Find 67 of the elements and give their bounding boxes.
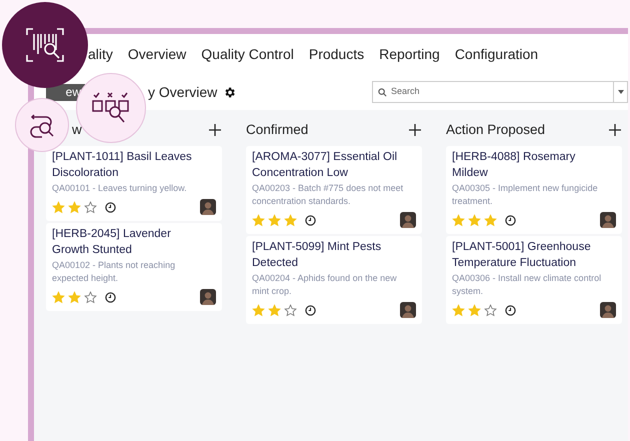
- card-description: QA00204 - Aphids found on the new mint crop.: [252, 272, 398, 298]
- page-title: y Overview: [148, 82, 218, 102]
- search-input[interactable]: Search: [391, 85, 591, 99]
- task-card[interactable]: [HERB-4088] Rosemary Mildew QA00305 - Implement new fungicide treatment.: [446, 146, 622, 234]
- empty-star-icon[interactable]: [484, 304, 497, 316]
- caret-icon: [618, 90, 624, 94]
- avatar-icon: [200, 199, 216, 215]
- card-title: [HERB-4088] Rosemary Mildew: [452, 150, 576, 181]
- search-icon: [378, 88, 387, 96]
- star-icon[interactable]: [452, 214, 465, 226]
- empty-star-icon[interactable]: [84, 200, 97, 214]
- task-card[interactable]: [AROMA-3077] Essential Oil Concentration Low QA00203 - Batch #775 does not meet concentration standards.: [246, 146, 422, 234]
- task-card[interactable]: [PLANT-5001] Greenhouse Temperature Fluctuation QA00306 - Install new climate control system.: [446, 236, 622, 324]
- card-title: [PLANT-5099] Mint Pests Detected: [252, 240, 382, 271]
- card-description: QA00101 - Leaves turning yellow.: [52, 182, 188, 195]
- star-icon[interactable]: [468, 214, 481, 226]
- task-card[interactable]: [PLANT-1011] Basil Leaves Discoloration QA00101 - Leaves turning yellow.: [46, 146, 222, 221]
- avatar-icon: [400, 302, 416, 318]
- clock-icon[interactable]: [105, 292, 116, 302]
- star-icon[interactable]: [468, 304, 481, 316]
- card-title: [PLANT-1011] Basil Leaves Discoloration: [52, 150, 193, 181]
- clock-icon[interactable]: [305, 214, 316, 226]
- nav-link[interactable]: Overview: [128, 44, 186, 64]
- avatar-icon: [600, 212, 616, 228]
- star-icon[interactable]: [252, 214, 265, 226]
- avatar-icon: [600, 302, 616, 318]
- task-card[interactable]: [HERB-2045] Lavender Growth Stunted QA00102 - Plants not reaching expected height.: [46, 223, 222, 311]
- nav-link[interactable]: Reporting: [379, 44, 440, 64]
- add-icon[interactable]: [608, 123, 622, 137]
- card-title: [HERB-2045] Lavender Growth Stunted: [52, 227, 172, 258]
- star-icon[interactable]: [52, 200, 65, 214]
- card-description: QA00102 - Plants not reaching expected height.: [52, 259, 176, 285]
- star-icon[interactable]: [252, 304, 265, 316]
- card-title: [PLANT-5001] Greenhouse Temperature Fluctuation: [452, 240, 592, 271]
- clock-icon[interactable]: [505, 214, 516, 226]
- star-icon[interactable]: [284, 214, 297, 226]
- star-icon[interactable]: [268, 304, 281, 316]
- clock-icon[interactable]: [105, 202, 116, 212]
- star-icon[interactable]: [68, 290, 81, 304]
- column-title: w: [71, 120, 82, 139]
- settings-icon[interactable]: [223, 86, 236, 98]
- nav-link[interactable]: Configuration: [454, 44, 538, 64]
- app-brand[interactable]: ality: [88, 44, 113, 64]
- avatar-icon: [200, 289, 216, 305]
- card-description: QA00203 - Batch #775 does not meet concentration standards.: [252, 182, 404, 208]
- nav-link[interactable]: Products: [308, 44, 364, 64]
- star-icon[interactable]: [52, 290, 65, 304]
- column-title: Confirmed: [246, 120, 308, 139]
- nav-link[interactable]: Quality Control: [201, 44, 294, 64]
- star-icon[interactable]: [68, 200, 81, 214]
- star-icon[interactable]: [452, 304, 465, 316]
- card-description: QA00305 - Implement new fungicide treatment.: [452, 182, 599, 208]
- empty-star-icon[interactable]: [84, 290, 97, 304]
- star-icon[interactable]: [268, 214, 281, 226]
- clock-icon[interactable]: [305, 304, 316, 316]
- column-title: Action Proposed: [446, 120, 546, 139]
- avatar-icon: [400, 212, 416, 228]
- clock-icon[interactable]: [505, 304, 516, 316]
- add-icon[interactable]: [208, 123, 222, 137]
- star-icon[interactable]: [484, 214, 497, 226]
- empty-star-icon[interactable]: [284, 304, 297, 316]
- task-card[interactable]: [PLANT-5099] Mint Pests Detected QA00204 - Aphids found on the new mint crop.: [246, 236, 422, 324]
- card-description: QA00306 - Install new climate control system.: [452, 272, 602, 298]
- card-title: [AROMA-3077] Essential Oil Concentration Low: [252, 150, 398, 181]
- dropdown-button[interactable]: [613, 82, 627, 102]
- add-icon[interactable]: [408, 123, 422, 137]
- search-field[interactable]: Search: [372, 81, 628, 103]
